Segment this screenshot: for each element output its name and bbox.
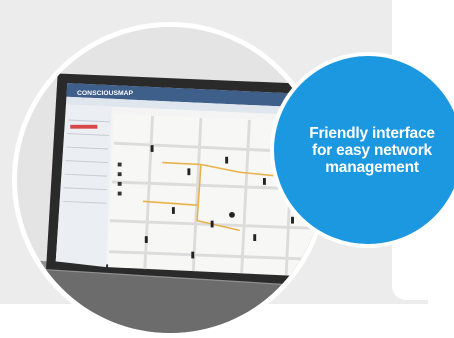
headline-line-3: management xyxy=(325,158,419,176)
feature-callout: Friendly interface for easy network mana… xyxy=(270,52,454,248)
headline-line-2: for easy network xyxy=(312,141,432,159)
app-logo-text: CONSCIOUSMAP xyxy=(77,90,133,97)
feature-headline: Friendly interface for easy network mana… xyxy=(282,125,454,176)
headline-line-1: Friendly interface xyxy=(309,124,435,142)
